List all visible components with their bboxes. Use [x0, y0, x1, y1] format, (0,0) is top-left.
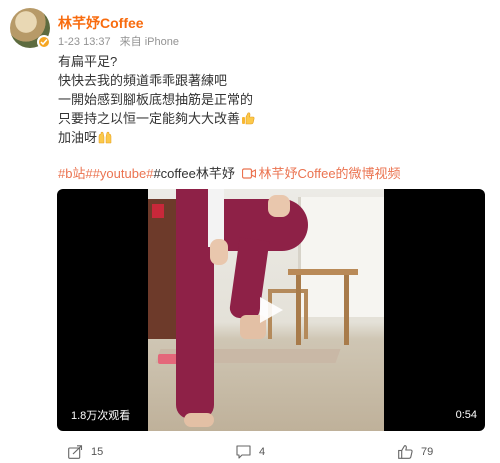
view-count: 1.8万次观看	[71, 410, 131, 422]
video-player[interactable]: 1.8万次观看 0:54	[57, 189, 485, 431]
play-icon[interactable]	[257, 295, 285, 325]
share-button[interactable]: 15	[68, 445, 103, 459]
like-button[interactable]: 79	[398, 445, 433, 459]
like-icon	[398, 445, 413, 459]
share-icon	[68, 445, 83, 459]
action-bar: 15 4 79	[0, 440, 500, 463]
content-line-text: 加油呀	[58, 130, 98, 145]
table-leg	[296, 275, 301, 345]
content-line: 只要持之以恒一定能夠大大改善	[58, 109, 478, 128]
verify-badge-icon	[37, 35, 51, 49]
hashtag-bzhan[interactable]: #b站#	[58, 166, 93, 181]
content-line: 一開始感到腳板底想抽筋是正常的	[58, 92, 254, 107]
hashtag-coffee: #coffee林芊妤	[153, 166, 235, 181]
post-meta: 1-23 13:37 来自 iPhone	[58, 33, 179, 49]
hashtags: #b站##youtube##coffee林芊妤 林芊妤Coffee的微博视频	[58, 163, 401, 182]
content-line: 快快去我的頻道乖乖跟著練吧	[58, 73, 228, 88]
post-time[interactable]: 1-23 13:37	[58, 36, 111, 48]
author-name[interactable]: 林芊妤Coffee	[58, 13, 144, 33]
content-line: 加油呀	[58, 128, 478, 147]
table-leg	[344, 275, 349, 345]
hand	[210, 239, 228, 265]
hashtag-youtube[interactable]: #youtube#	[93, 166, 154, 181]
post-source: 来自 iPhone	[119, 36, 179, 48]
comment-button[interactable]: 4	[236, 445, 265, 459]
foot	[184, 413, 214, 427]
video-link-icon	[242, 168, 257, 179]
video-link-label[interactable]: 林芊妤Coffee的微博视频	[258, 166, 400, 181]
share-count: 15	[91, 446, 104, 458]
raised-hands-emoji	[98, 131, 112, 144]
hand	[268, 195, 290, 217]
window	[298, 197, 384, 317]
content-line-text: 只要持之以恒一定能夠大大改善	[58, 111, 241, 126]
red-decoration	[152, 204, 164, 218]
door	[148, 199, 178, 339]
content-line: 有扁平足?	[58, 54, 118, 69]
like-count: 79	[421, 446, 434, 458]
comment-count: 4	[259, 446, 266, 458]
thumbs-up-emoji	[242, 112, 255, 125]
video-link[interactable]: 林芊妤Coffee的微博视频	[242, 166, 401, 181]
comment-icon	[236, 445, 251, 459]
video-duration: 0:54	[455, 409, 477, 421]
post-content: 有扁平足? 快快去我的頻道乖乖跟著練吧 一開始感到腳板底想抽筋是正常的 只要持之…	[58, 52, 478, 147]
